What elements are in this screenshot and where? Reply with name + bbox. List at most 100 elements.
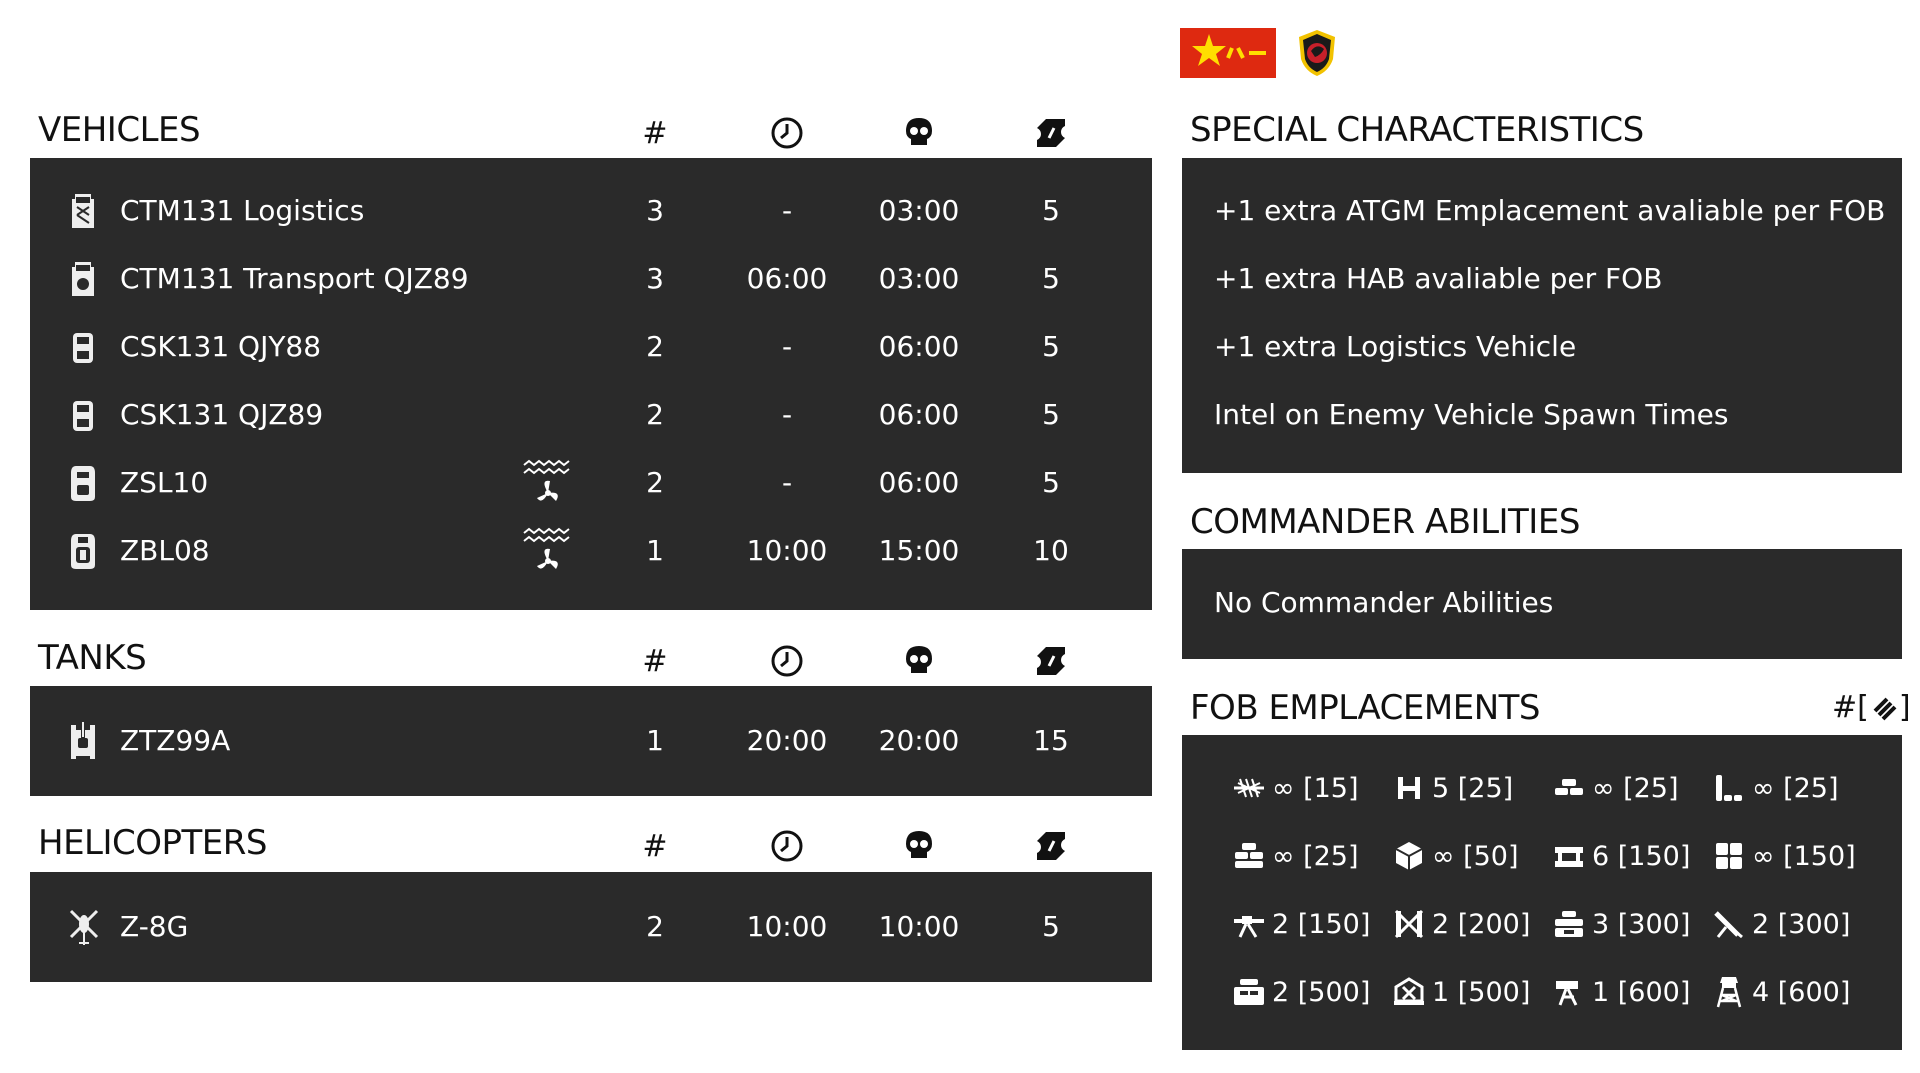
repair-station-icon	[1394, 977, 1424, 1005]
vehicle-delay: 15:00	[878, 534, 960, 567]
vehicle-tickets: 5	[1042, 466, 1060, 499]
vehicle-delay: 20:00	[878, 724, 960, 757]
emplacement-text: 6 [150]	[1592, 840, 1691, 872]
vehicle-count: 2	[646, 398, 664, 431]
ticket-icon	[1037, 119, 1065, 147]
clock-icon	[771, 830, 803, 862]
emplacement-item: ∞ [25]	[1232, 822, 1359, 890]
skull-icon	[906, 118, 932, 148]
tank-trap-icon	[1398, 777, 1420, 799]
vehicle-row: ZSL10 2 - 06:00 5	[30, 449, 1152, 517]
vehicle-count: 3	[646, 262, 664, 295]
emplacement-text: 1 [600]	[1592, 976, 1691, 1008]
count-header: #	[642, 828, 668, 864]
vehicle-tickets: 5	[1042, 194, 1060, 227]
characteristic-item: +1 extra HAB avaliable per FOB	[1214, 262, 1663, 295]
special-characteristics-title: SPECIAL CHARACTERISTICS	[1190, 110, 1644, 150]
sandbag-bunker-icon	[1235, 843, 1263, 868]
logistics-truck-icon	[72, 194, 94, 228]
ifv-icon	[71, 534, 95, 569]
vehicle-count: 1	[646, 534, 664, 567]
emplacement-item: 4 [600]	[1712, 958, 1850, 1026]
delay-header	[884, 641, 954, 681]
vehicle-count: 2	[646, 910, 664, 943]
emplacement-text: 5 [25]	[1432, 772, 1514, 804]
light-vehicle-icon	[73, 333, 93, 363]
emplacement-text: 2 [150]	[1272, 908, 1371, 940]
vehicle-name: ZSL10	[120, 466, 209, 499]
construction-points-icon	[1873, 697, 1897, 720]
tanks-title: TANKS	[38, 638, 147, 678]
at-launcher-icon	[1394, 909, 1424, 939]
vehicle-name: ZTZ99A	[120, 724, 231, 757]
emplacement-text: 2 [200]	[1432, 908, 1531, 940]
helicopters-title: HELICOPTERS	[38, 823, 267, 863]
tickets-header	[1016, 826, 1086, 866]
fob-emplacements-title: FOB EMPLACEMENTS	[1190, 688, 1540, 728]
emplacement-item: 1 [600]	[1552, 958, 1690, 1026]
vehicles-panel: CTM131 Logistics 3 - 03:00 5 CTM131 Tran…	[30, 158, 1152, 610]
vehicle-tickets: 5	[1042, 398, 1060, 431]
mortar-icon	[1714, 911, 1743, 939]
vehicle-row: CSK131 QJY88 2 - 06:00 5	[30, 313, 1152, 381]
emplacement-item: ∞ [25]	[1552, 754, 1679, 822]
hmg-emplacement-icon	[1234, 916, 1264, 938]
tank-row: ZTZ99A 1 20:00 20:00 15	[30, 707, 1152, 775]
emplacement-item: 1 [500]	[1392, 958, 1530, 1026]
vehicle-row: CSK131 QJZ89 2 - 06:00 5	[30, 381, 1152, 449]
ticket-icon	[1037, 647, 1065, 675]
vehicle-respawn: -	[781, 398, 793, 431]
ammo-crate-icon	[1395, 842, 1423, 870]
emplacement-text: ∞ [25]	[1592, 772, 1679, 804]
vehicles-title: VEHICLES	[38, 110, 201, 150]
vehicle-row: ZBL08 1 10:00 15:00 10	[30, 517, 1152, 585]
respawn-header	[752, 113, 822, 153]
emplacement-item: 2 [300]	[1712, 890, 1850, 958]
vehicle-respawn: 10:00	[746, 534, 828, 567]
clock-icon	[771, 645, 803, 677]
tickets-header	[1016, 641, 1086, 681]
helicopter-row: Z-8G 2 10:00 10:00 5	[30, 893, 1152, 961]
faction-unit-emblem-icon	[1299, 30, 1335, 76]
emplacement-text: ∞ [150]	[1752, 840, 1856, 872]
helicopters-panel: Z-8G 2 10:00 10:00 5	[30, 872, 1152, 982]
special-characteristics-panel: +1 extra ATGM Emplacement avaliable per …	[1182, 158, 1902, 473]
tanks-panel: ZTZ99A 1 20:00 20:00 15	[30, 686, 1152, 796]
emplacement-item: 2 [150]	[1232, 890, 1370, 958]
fob-legend-prefix: #[	[1832, 690, 1869, 725]
china-pla-flag-icon	[1180, 28, 1276, 78]
emplacement-text: ∞ [25]	[1272, 840, 1359, 872]
hesco-barrier-icon	[1555, 847, 1583, 867]
vehicle-delay: 06:00	[878, 398, 960, 431]
vehicle-row: CTM131 Logistics 3 - 03:00 5	[30, 177, 1152, 245]
skull-icon	[906, 831, 932, 861]
skull-icon	[906, 646, 932, 676]
emplacement-item: 2 [200]	[1392, 890, 1530, 958]
emplacement-item: ∞ [15]	[1232, 754, 1359, 822]
faction-flag	[1180, 28, 1276, 78]
vehicle-respawn: -	[781, 466, 793, 499]
watchtower-icon	[1716, 977, 1742, 1008]
vehicle-name: Z-8G	[120, 910, 189, 943]
vehicle-tickets: 5	[1042, 910, 1060, 943]
vehicle-respawn: -	[781, 194, 793, 227]
characteristic-item: +1 extra ATGM Emplacement avaliable per …	[1214, 194, 1886, 227]
bunker-icon	[1555, 911, 1583, 937]
vehicle-delay: 10:00	[878, 910, 960, 943]
vehicle-name: CTM131 Transport QJZ89	[120, 262, 469, 295]
emplacement-text: ∞ [25]	[1752, 772, 1839, 804]
vehicle-delay: 06:00	[878, 466, 960, 499]
commander-abilities-panel: No Commander Abilities	[1182, 549, 1902, 659]
emplacement-item: ∞ [150]	[1712, 822, 1856, 890]
delay-header	[884, 113, 954, 153]
large-bunker-icon	[1234, 979, 1264, 1005]
vehicle-name: CTM131 Logistics	[120, 194, 365, 227]
vehicle-respawn: 10:00	[746, 910, 828, 943]
count-header: #	[642, 115, 668, 151]
emplacement-item: 3 [300]	[1552, 890, 1690, 958]
vehicle-count: 1	[646, 724, 664, 757]
vehicle-row: CTM131 Transport QJZ89 3 06:00 03:00 5	[30, 245, 1152, 313]
transport-truck-icon	[72, 262, 94, 296]
fob-emplacements-panel: ∞ [15] 5 [25] ∞ [25] ∞ [25] ∞ [25] ∞ [50…	[1182, 735, 1902, 1050]
vehicle-count: 2	[646, 330, 664, 363]
